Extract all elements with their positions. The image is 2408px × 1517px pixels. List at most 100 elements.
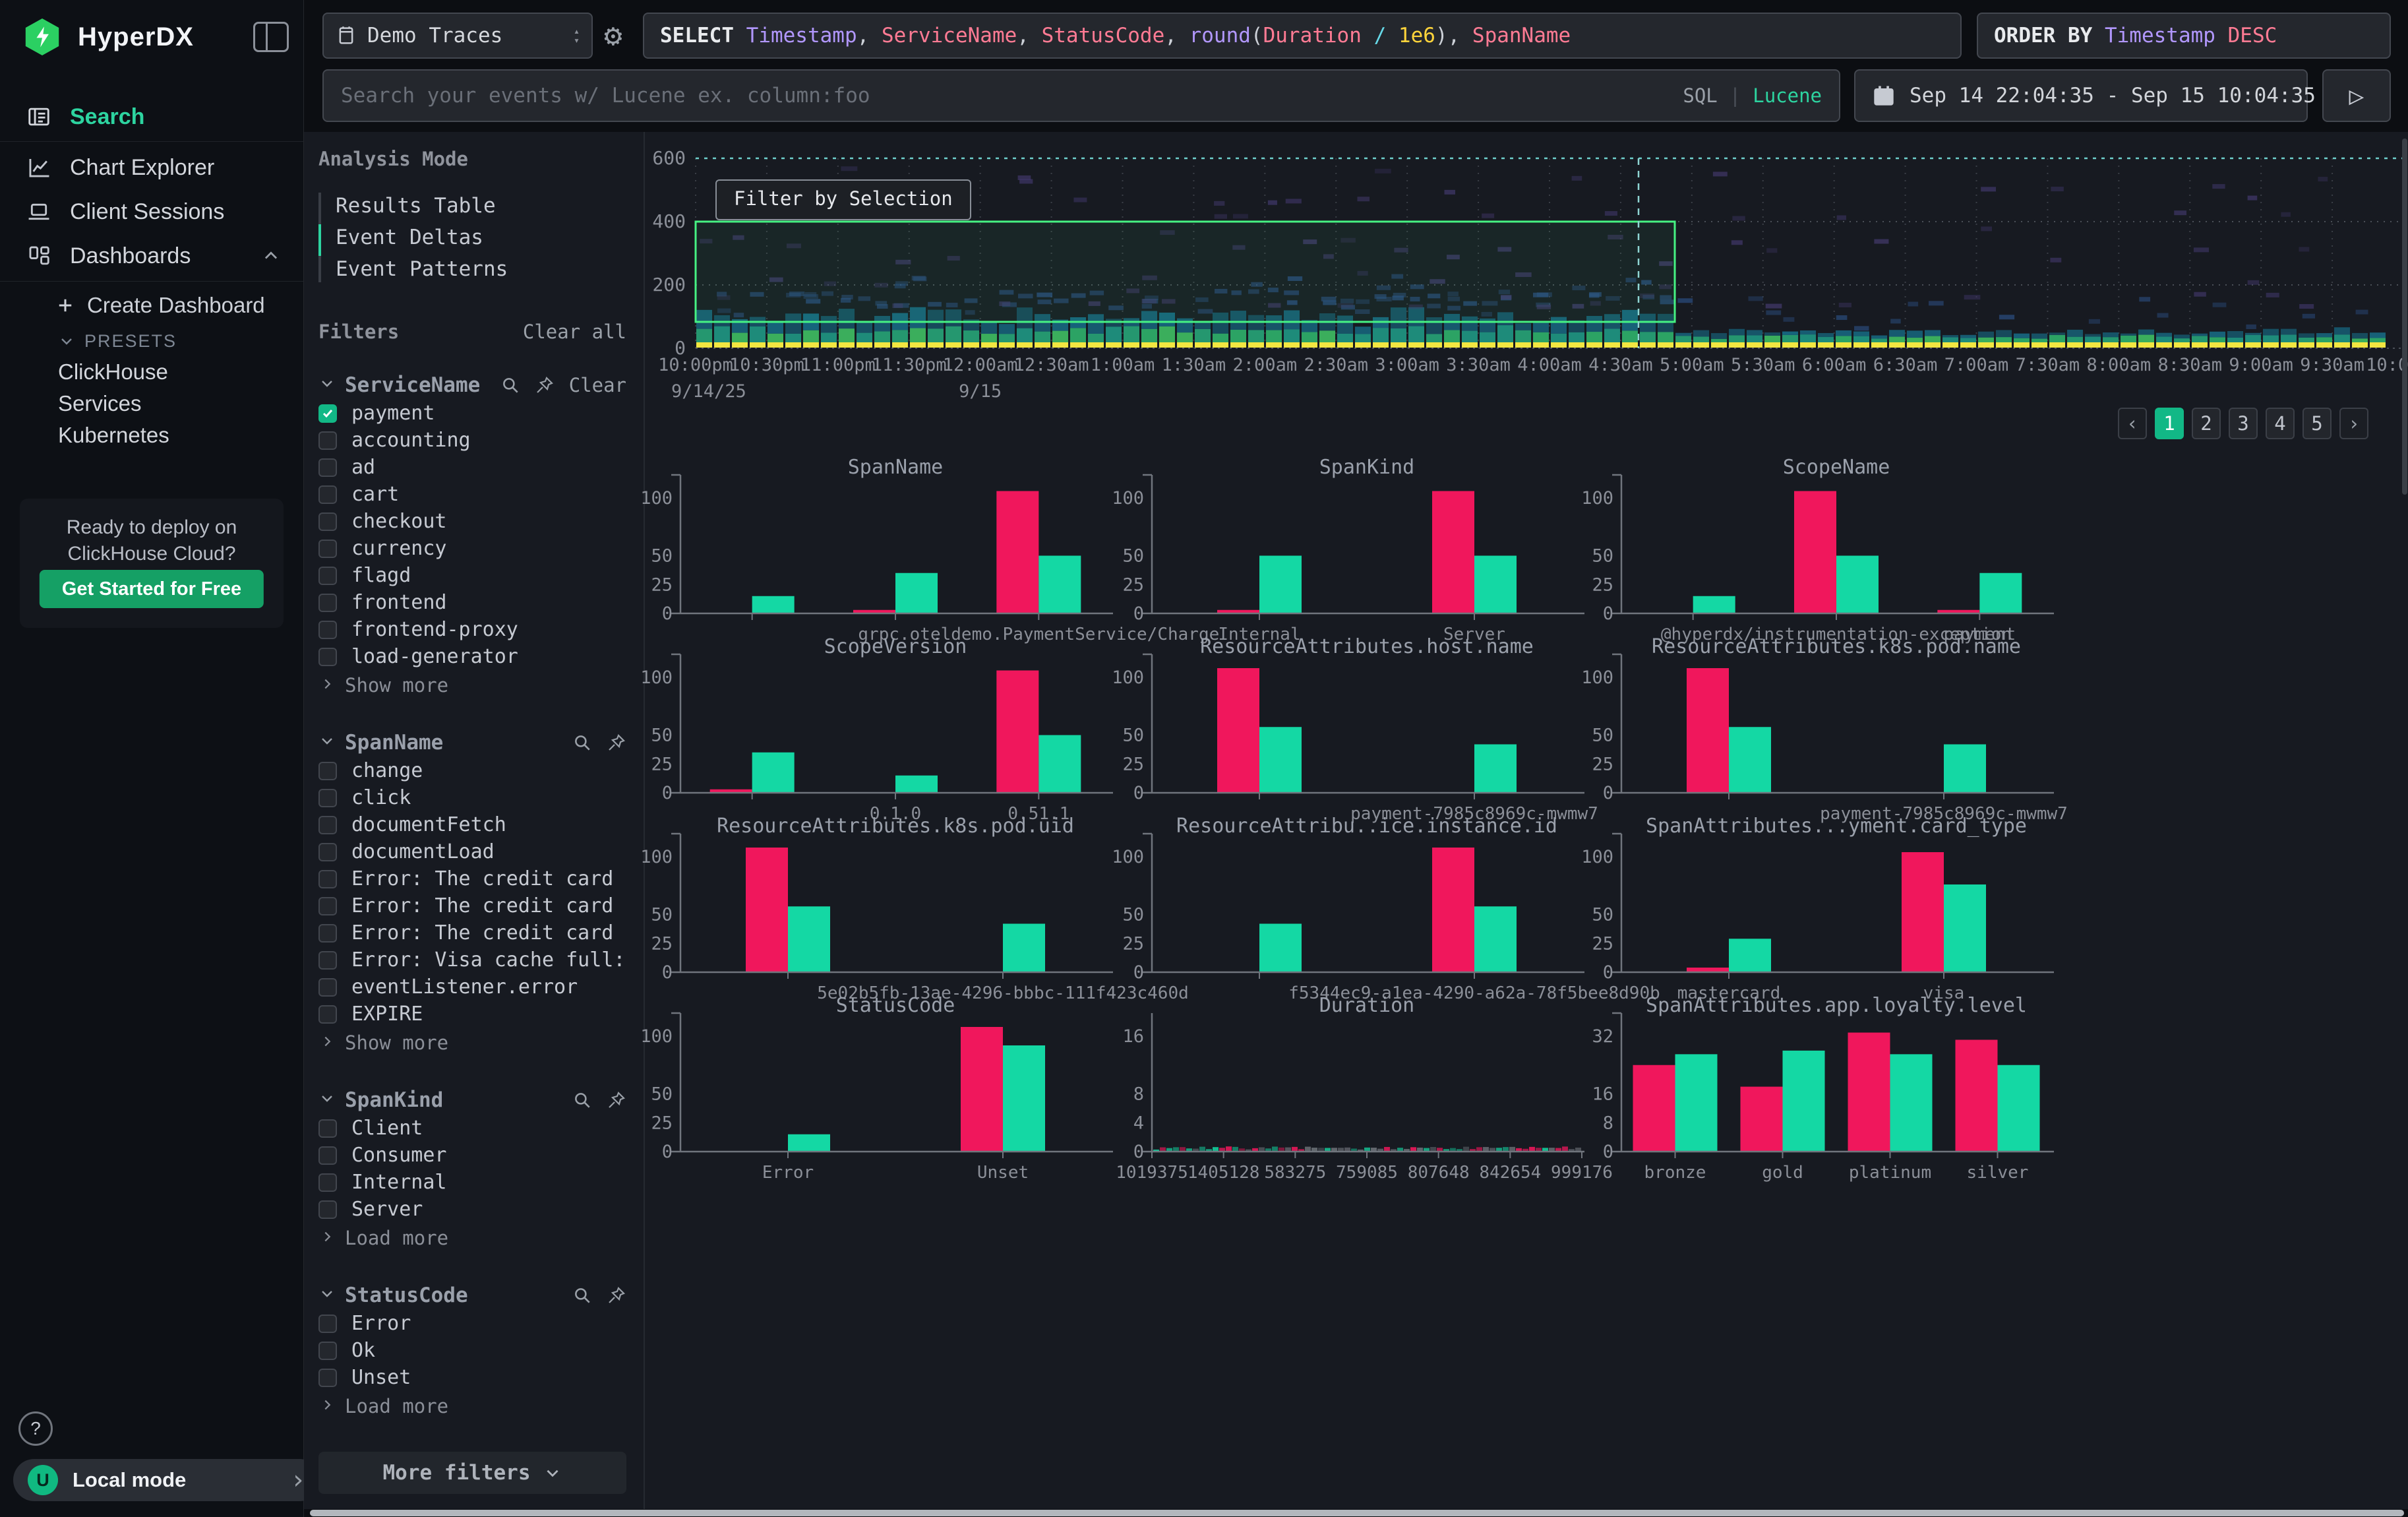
mode-sql[interactable]: SQL — [1683, 84, 1717, 107]
checkbox[interactable] — [318, 870, 337, 888]
filter-group-show-more[interactable]: Show more — [318, 670, 626, 700]
pin-icon[interactable] — [607, 733, 626, 753]
search-icon[interactable] — [572, 733, 592, 753]
checkbox[interactable] — [318, 458, 337, 477]
filter-checkbox-item[interactable]: click — [318, 784, 626, 811]
pagination-page-4[interactable]: 4 — [2266, 408, 2295, 439]
sidebar-item-chart-explorer[interactable]: Chart Explorer — [0, 146, 303, 189]
pin-icon[interactable] — [607, 1285, 626, 1305]
sidebar-presets-toggle[interactable]: PRESETS — [58, 328, 177, 354]
filter-checkbox-item[interactable]: Internal — [318, 1169, 626, 1196]
checkbox[interactable] — [318, 1119, 337, 1138]
filter-checkbox-item[interactable]: flagd — [318, 562, 626, 589]
search-input[interactable]: Search your events w/ Lucene ex. column:… — [322, 69, 1840, 122]
checkbox[interactable] — [318, 485, 337, 504]
sidebar-item-dashboards[interactable]: Dashboards — [0, 235, 303, 277]
pagination-page-1[interactable]: 1 — [2155, 408, 2184, 439]
filter-checkbox-item[interactable]: EXPIRE — [318, 1001, 626, 1028]
filter-checkbox-item[interactable]: eventListener.error — [318, 974, 626, 1001]
filter-checkbox-item[interactable]: currency — [318, 535, 626, 562]
checkbox[interactable] — [318, 789, 337, 807]
filter-checkbox-item[interactable]: frontend — [318, 589, 626, 616]
filter-checkbox-item[interactable]: accounting — [318, 427, 626, 454]
filter-checkbox-item[interactable]: Error: The credit card (… — [318, 919, 626, 946]
checkbox[interactable] — [318, 594, 337, 612]
date-range-picker[interactable]: Sep 14 22:04:35 - Sep 15 10:04:35 — [1854, 69, 2308, 122]
more-filters-button[interactable]: More filters — [318, 1452, 626, 1494]
filter-checkbox-item[interactable]: checkout — [318, 508, 626, 535]
pagination-page-5[interactable]: 5 — [2303, 408, 2332, 439]
filter-checkbox-item[interactable]: load-generator — [318, 643, 626, 670]
pin-icon[interactable] — [535, 375, 555, 395]
filter-checkbox-item[interactable]: cart — [318, 481, 626, 508]
filter-checkbox-item[interactable]: Error: Visa cache full: … — [318, 946, 626, 974]
filter-checkbox-item[interactable]: Error: The credit card (… — [318, 892, 626, 919]
checkbox[interactable] — [318, 1146, 337, 1165]
filter-checkbox-item[interactable]: Unset — [318, 1364, 626, 1391]
filter-checkbox-item[interactable]: change — [318, 757, 626, 784]
checkbox[interactable] — [318, 1315, 337, 1333]
help-button[interactable]: ? — [18, 1411, 53, 1446]
checkbox[interactable] — [318, 1200, 337, 1219]
checkbox[interactable] — [318, 978, 337, 997]
filter-checkbox-item[interactable]: Error — [318, 1310, 626, 1337]
sidebar-preset-clickhouse[interactable]: ClickHouse — [58, 357, 168, 387]
analysis-tab-results-table[interactable]: Results Table — [336, 190, 626, 222]
checkbox[interactable] — [318, 431, 337, 450]
filter-checkbox-item[interactable]: Ok — [318, 1337, 626, 1364]
filter-group-load-more[interactable]: Load more — [318, 1223, 626, 1253]
filter-checkbox-item[interactable]: Error: The credit card (… — [318, 865, 626, 892]
checkbox[interactable] — [318, 1173, 337, 1192]
filter-group-name[interactable]: SpanKind — [345, 1088, 443, 1112]
checkbox[interactable] — [318, 567, 337, 585]
checkbox[interactable] — [318, 897, 337, 915]
filter-checkbox-item[interactable]: Client — [318, 1115, 626, 1142]
pagination-next[interactable]: › — [2339, 408, 2368, 439]
filter-checkbox-item[interactable]: documentLoad — [318, 838, 626, 865]
checkbox[interactable] — [318, 512, 337, 531]
filter-checkbox-item[interactable]: frontend-proxy — [318, 616, 626, 643]
get-started-button[interactable]: Get Started for Free — [40, 570, 264, 608]
sidebar-item-client-sessions[interactable]: Client Sessions — [0, 191, 303, 233]
checkbox[interactable] — [318, 648, 337, 666]
checkbox[interactable] — [318, 1342, 337, 1360]
horizontal-scrollbar[interactable] — [310, 1510, 2404, 1516]
search-icon[interactable] — [572, 1090, 592, 1110]
filter-group-show-more[interactable]: Show more — [318, 1028, 626, 1058]
pagination-page-3[interactable]: 3 — [2229, 408, 2258, 439]
analysis-tab-event-patterns[interactable]: Event Patterns — [336, 253, 626, 285]
source-select[interactable]: Demo Traces ▴▾ — [322, 13, 593, 59]
analysis-tab-event-deltas[interactable]: Event Deltas — [336, 222, 626, 253]
selection-box[interactable] — [696, 222, 1675, 322]
checkbox[interactable] — [318, 540, 337, 558]
gear-icon[interactable]: ⚙ — [604, 17, 622, 53]
pagination-page-2[interactable]: 2 — [2192, 408, 2221, 439]
checkbox[interactable] — [318, 1369, 337, 1387]
mode-lucene[interactable]: Lucene — [1753, 84, 1822, 107]
checkbox[interactable] — [318, 404, 337, 423]
sidebar-create-dashboard[interactable]: Create Dashboard — [55, 290, 297, 321]
search-icon[interactable] — [572, 1285, 592, 1305]
search-icon[interactable] — [500, 375, 520, 395]
orderby-input[interactable]: ORDER BY Timestamp DESC — [1977, 13, 2391, 59]
filter-checkbox-item[interactable]: ad — [318, 454, 626, 481]
filter-group-name[interactable]: SpanName — [345, 731, 443, 755]
checkbox[interactable] — [318, 762, 337, 780]
filter-group-load-more[interactable]: Load more — [318, 1391, 626, 1421]
local-mode-pill[interactable]: U Local mode › — [13, 1459, 320, 1501]
checkbox[interactable] — [318, 1005, 337, 1024]
checkbox[interactable] — [318, 843, 337, 861]
sidebar-item-search[interactable]: Search — [0, 96, 303, 138]
checkbox[interactable] — [318, 924, 337, 943]
clear-all-button[interactable]: Clear all — [523, 321, 626, 343]
vertical-scrollbar[interactable] — [2402, 139, 2407, 495]
run-query-button[interactable]: ▷ — [2322, 69, 2391, 122]
filter-by-selection-button[interactable]: Filter by Selection — [715, 179, 971, 220]
checkbox[interactable] — [318, 816, 337, 834]
checkbox[interactable] — [318, 621, 337, 639]
filter-checkbox-item[interactable]: payment — [318, 400, 626, 427]
filter-group-name[interactable]: ServiceName — [345, 373, 480, 397]
filter-checkbox-item[interactable]: Consumer — [318, 1142, 626, 1169]
sql-select-input[interactable]: SELECT Timestamp, ServiceName, StatusCod… — [643, 13, 1962, 59]
filter-group-name[interactable]: StatusCode — [345, 1284, 468, 1307]
